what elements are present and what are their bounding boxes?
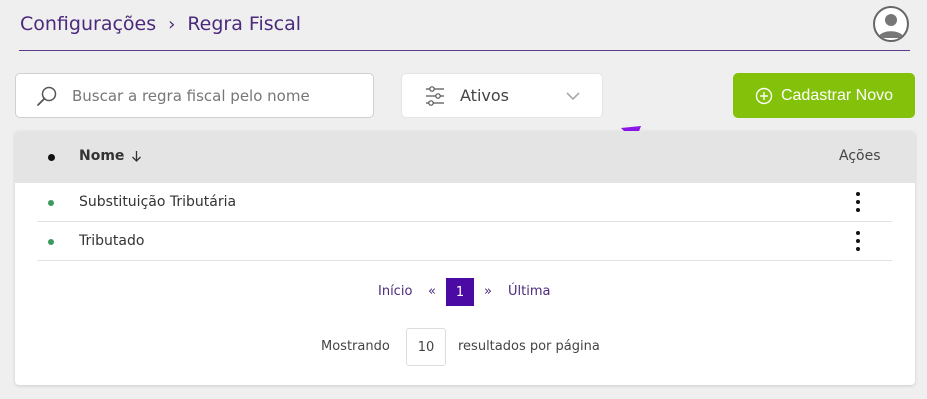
sort-down-icon — [132, 151, 142, 162]
search-box[interactable] — [15, 73, 374, 118]
results-per-page: Mostrando 10 resultados por página — [15, 328, 915, 366]
column-name-label: Nome — [79, 148, 125, 164]
table-header: Nome Ações — [15, 131, 915, 183]
add-new-label: Cadastrar Novo — [780, 86, 894, 104]
per-page-prefix: Mostrando — [321, 339, 390, 354]
add-new-button[interactable]: Cadastrar Novo — [733, 73, 915, 118]
table-row[interactable]: Substituição Tributária — [37, 183, 892, 222]
per-page-select[interactable]: 10 — [406, 328, 446, 366]
breadcrumb-current: Regra Fiscal — [187, 13, 302, 35]
per-page-suffix: resultados por página — [458, 339, 600, 354]
pagination-next[interactable]: » — [484, 284, 492, 299]
search-icon — [37, 86, 57, 106]
search-input[interactable] — [72, 86, 332, 105]
breadcrumb-parent[interactable]: Configurações — [20, 13, 156, 35]
more-actions-icon[interactable] — [848, 192, 868, 214]
chevron-down-icon — [566, 92, 580, 101]
row-name[interactable]: Tributado — [79, 233, 144, 249]
status-active-dot — [48, 239, 54, 245]
table-row[interactable]: Tributado — [37, 222, 892, 261]
pagination-current-page[interactable]: 1 — [446, 278, 474, 306]
pagination-first[interactable]: Início — [378, 284, 412, 299]
pagination: Início « 1 » Última — [15, 278, 915, 306]
header-divider — [19, 50, 910, 51]
rules-table-card: Nome Ações Substituição Tributária Tribu… — [15, 131, 915, 385]
column-header-name[interactable]: Nome — [79, 148, 142, 164]
status-column-dot — [48, 154, 55, 161]
more-actions-icon[interactable] — [848, 231, 868, 253]
plus-circle-icon — [755, 87, 773, 104]
status-active-dot — [48, 200, 54, 206]
row-name[interactable]: Substituição Tributária — [79, 194, 236, 210]
user-icon — [878, 14, 904, 38]
breadcrumb-separator: › — [168, 13, 176, 35]
filter-selected-value: Ativos — [460, 86, 509, 105]
pagination-last[interactable]: Última — [508, 284, 550, 299]
sliders-icon — [426, 85, 444, 106]
pagination-prev[interactable]: « — [428, 284, 436, 299]
column-header-actions: Ações — [839, 148, 881, 164]
breadcrumb: Configurações › Regra Fiscal — [20, 10, 301, 38]
avatar[interactable] — [873, 6, 909, 42]
status-filter-select[interactable]: Ativos — [401, 73, 603, 118]
